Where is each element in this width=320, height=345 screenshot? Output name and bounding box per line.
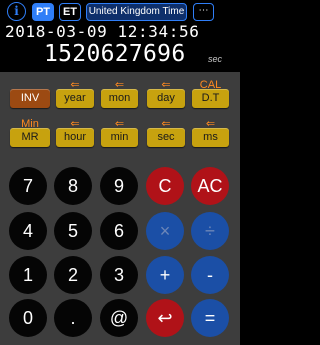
- hour-button[interactable]: hour: [56, 128, 94, 147]
- ms-button[interactable]: ms: [192, 128, 229, 147]
- digit-4-key[interactable]: 4: [9, 212, 47, 250]
- digit-3-key[interactable]: 3: [100, 256, 138, 294]
- timezone-button[interactable]: United Kingdom Time: [86, 3, 187, 21]
- decimal-point-key[interactable]: .: [54, 299, 92, 337]
- mon-button[interactable]: mon: [101, 89, 138, 108]
- plus-key[interactable]: +: [146, 256, 184, 294]
- digit-0-key[interactable]: 0: [9, 299, 47, 337]
- minus-key[interactable]: -: [191, 256, 229, 294]
- epoch-unit-label: sec: [208, 54, 223, 64]
- sec-button[interactable]: sec: [147, 128, 185, 147]
- et-toggle-button[interactable]: ET: [59, 3, 81, 21]
- info-icon[interactable]: i: [7, 2, 26, 21]
- epoch-display: 1520627696: [44, 41, 186, 67]
- return-icon[interactable]: ↩: [146, 299, 184, 337]
- all-clear-key[interactable]: AC: [191, 167, 229, 205]
- datetime-display: 2018-03-09 12:34:56: [5, 22, 200, 41]
- dt-button[interactable]: D.T: [192, 89, 229, 108]
- day-button[interactable]: day: [147, 89, 185, 108]
- equals-key[interactable]: =: [191, 299, 229, 337]
- more-options-button[interactable]: ⋯: [193, 3, 214, 21]
- top-bar: i PT ET United Kingdom Time ⋯: [0, 0, 240, 24]
- min-button[interactable]: min: [101, 128, 138, 147]
- digit-6-key[interactable]: 6: [100, 212, 138, 250]
- digit-5-key[interactable]: 5: [54, 212, 92, 250]
- mr-button[interactable]: MR: [10, 128, 50, 147]
- clear-key[interactable]: C: [146, 167, 184, 205]
- pt-toggle-button[interactable]: PT: [32, 3, 54, 21]
- divide-key[interactable]: ÷: [191, 212, 229, 250]
- digit-1-key[interactable]: 1: [9, 256, 47, 294]
- multiply-key[interactable]: ×: [146, 212, 184, 250]
- digit-2-key[interactable]: 2: [54, 256, 92, 294]
- digit-7-key[interactable]: 7: [9, 167, 47, 205]
- digit-8-key[interactable]: 8: [54, 167, 92, 205]
- at-key[interactable]: @: [100, 299, 138, 337]
- digit-9-key[interactable]: 9: [100, 167, 138, 205]
- inv-button[interactable]: INV: [10, 89, 50, 108]
- year-button[interactable]: year: [56, 89, 94, 108]
